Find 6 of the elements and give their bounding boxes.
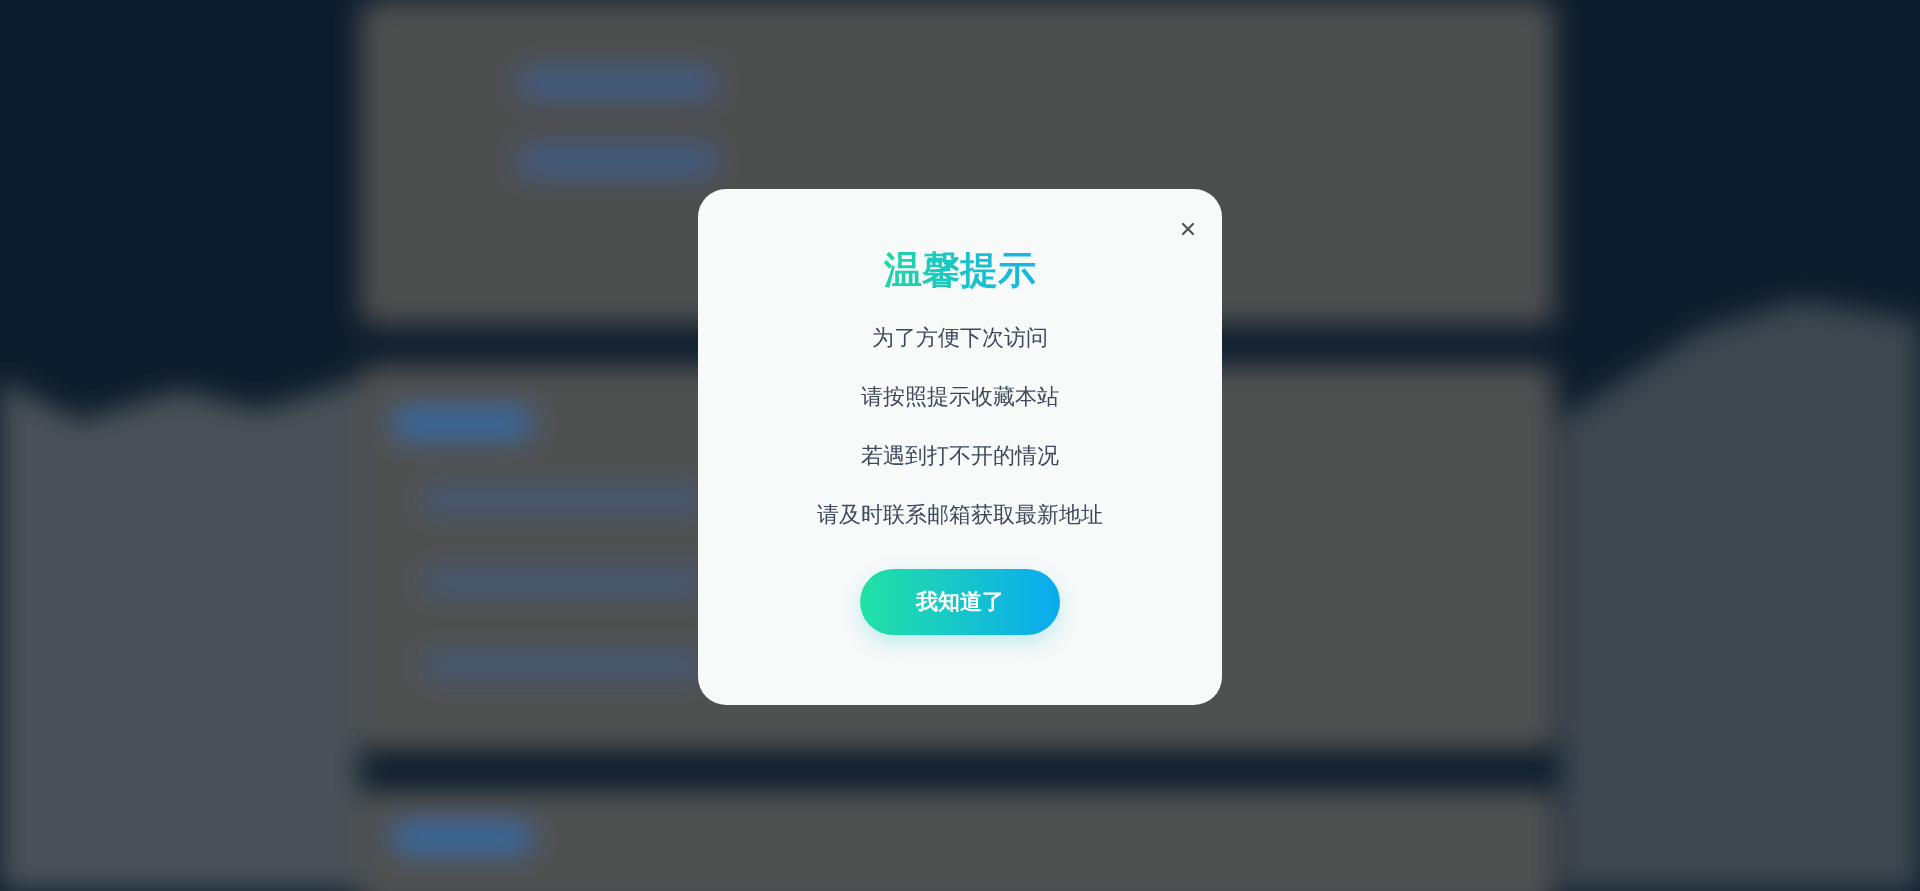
confirm-button[interactable]: 我知道了 (860, 569, 1060, 635)
close-icon[interactable] (1181, 222, 1195, 236)
message-line: 若遇到打不开的情况 (861, 443, 1059, 468)
message-line: 请及时联系邮箱获取最新地址 (817, 502, 1103, 527)
message-line: 为了方便下次访问 (872, 325, 1048, 350)
message-line: 请按照提示收藏本站 (861, 384, 1059, 409)
